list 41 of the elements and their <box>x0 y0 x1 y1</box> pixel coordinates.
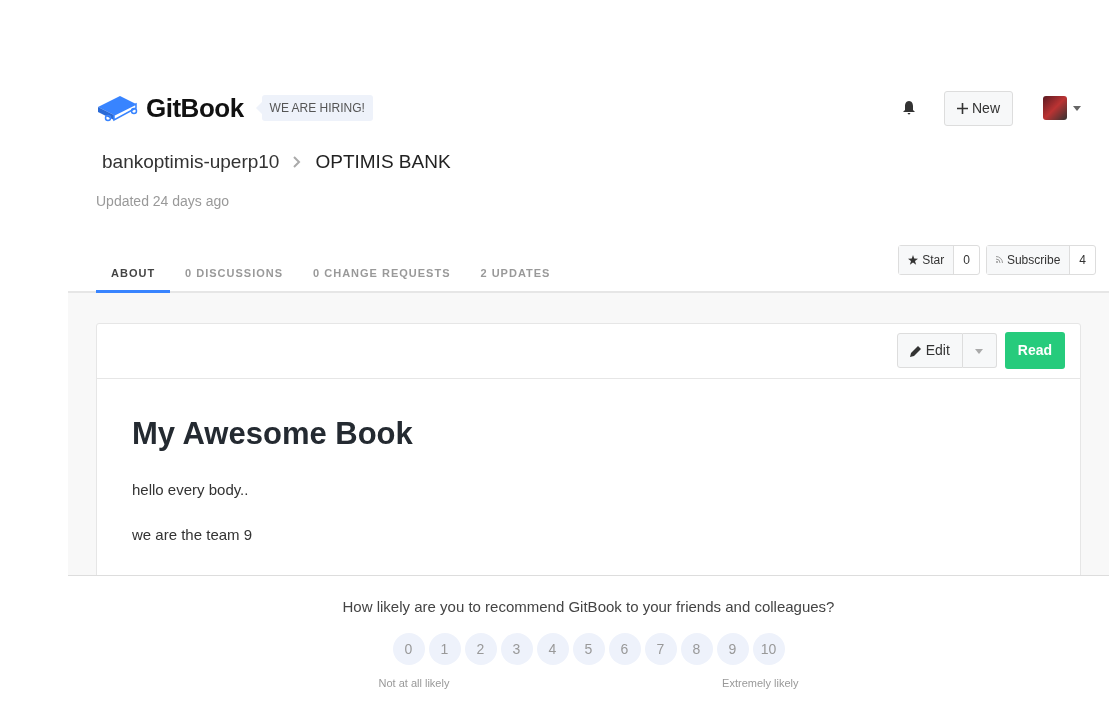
star-button[interactable]: Star 0 <box>898 244 980 275</box>
score-button[interactable]: 4 <box>536 633 569 665</box>
paragraph: we are the team 9 <box>132 524 254 545</box>
high-label: Extremely likely <box>722 676 799 691</box>
book-heading: My Awesome Book <box>132 414 414 453</box>
tab[interactable]: 2 UPDATES <box>465 241 566 293</box>
score-button[interactable]: 3 <box>500 633 533 665</box>
avatar[interactable] <box>1043 96 1067 120</box>
survey-question: How likely are you to recommend GitBook to your friends and colleagues? <box>341 596 836 617</box>
plus-icon <box>957 102 968 114</box>
updated-text: Updated 24 days ago <box>95 191 231 211</box>
chevron-icon <box>293 156 302 169</box>
score-button[interactable]: 6 <box>608 633 641 665</box>
dropdown-button[interactable] <box>962 333 997 368</box>
tab[interactable]: 0 DISCUSSIONS <box>170 241 299 293</box>
tab[interactable]: 0 CHANGE REQUESTS <box>298 241 466 293</box>
score-button[interactable]: 8 <box>680 633 713 665</box>
paragraph: hello every body.. <box>132 480 250 500</box>
score-button[interactable]: 1 <box>428 633 461 665</box>
score-button[interactable]: 10 <box>752 633 785 665</box>
book-title: OPTIMIS BANK <box>315 150 451 174</box>
pencil-icon <box>909 344 922 357</box>
bell-icon <box>902 100 916 116</box>
score-button[interactable]: 0 <box>392 633 425 665</box>
edit-button[interactable]: Edit <box>896 333 963 368</box>
score-button[interactable]: 9 <box>716 633 749 665</box>
star-icon <box>908 254 919 265</box>
new-button[interactable]: New <box>944 90 1013 126</box>
score-button[interactable]: 5 <box>572 633 605 665</box>
rss-icon <box>995 256 1003 263</box>
low-label: Not at all likely <box>378 676 450 691</box>
score-button[interactable]: 2 <box>464 633 497 665</box>
score-button[interactable]: 7 <box>644 633 677 665</box>
read-button[interactable]: Read <box>1004 332 1065 369</box>
caret-icon <box>975 348 984 354</box>
logo-text[interactable]: GitBook <box>146 88 244 128</box>
subscribe-button[interactable]: Subscribe 4 <box>985 244 1096 275</box>
book-logo-icon <box>96 93 138 123</box>
owner-link[interactable]: bankoptimis-uperp10 <box>102 148 280 177</box>
hiring-badge[interactable]: WE ARE HIRING! <box>261 95 373 121</box>
caret-icon <box>1073 105 1081 111</box>
